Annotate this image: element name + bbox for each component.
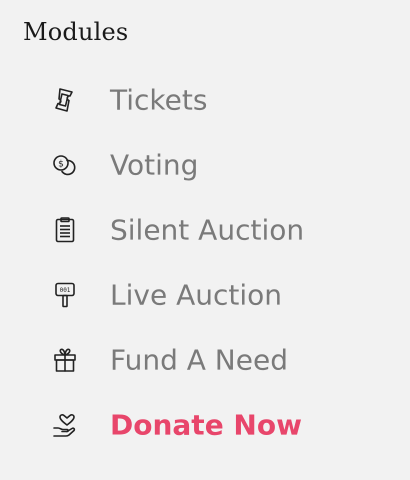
menu-item-silent-auction[interactable]: Silent Auction — [0, 197, 410, 262]
menu-item-label: Fund A Need — [110, 343, 288, 376]
gift-icon — [50, 345, 80, 375]
clipboard-icon — [50, 215, 80, 245]
svg-text:$: $ — [58, 159, 64, 169]
ticket-icon — [50, 85, 80, 115]
menu-item-label: Tickets — [110, 83, 208, 116]
menu-item-voting[interactable]: $ Voting — [0, 132, 410, 197]
menu-item-donate-now[interactable]: Donate Now — [0, 392, 410, 457]
menu-item-fund-a-need[interactable]: Fund A Need — [0, 327, 410, 392]
bid-paddle-icon: 001 — [50, 280, 80, 310]
svg-text:001: 001 — [60, 287, 71, 294]
heart-hand-icon — [50, 410, 80, 440]
modules-menu: Tickets $ Voting Silent Auction 001 Live… — [0, 67, 410, 457]
menu-item-label: Voting — [110, 148, 199, 181]
modules-panel: Modules Tickets $ Voting Silent Auction … — [0, 0, 410, 480]
coins-icon: $ — [50, 150, 80, 180]
menu-item-label: Live Auction — [110, 278, 283, 311]
menu-item-live-auction[interactable]: 001 Live Auction — [0, 262, 410, 327]
menu-item-tickets[interactable]: Tickets — [0, 67, 410, 132]
section-title: Modules — [23, 18, 129, 46]
menu-item-label: Donate Now — [110, 408, 302, 441]
menu-item-label: Silent Auction — [110, 213, 305, 246]
